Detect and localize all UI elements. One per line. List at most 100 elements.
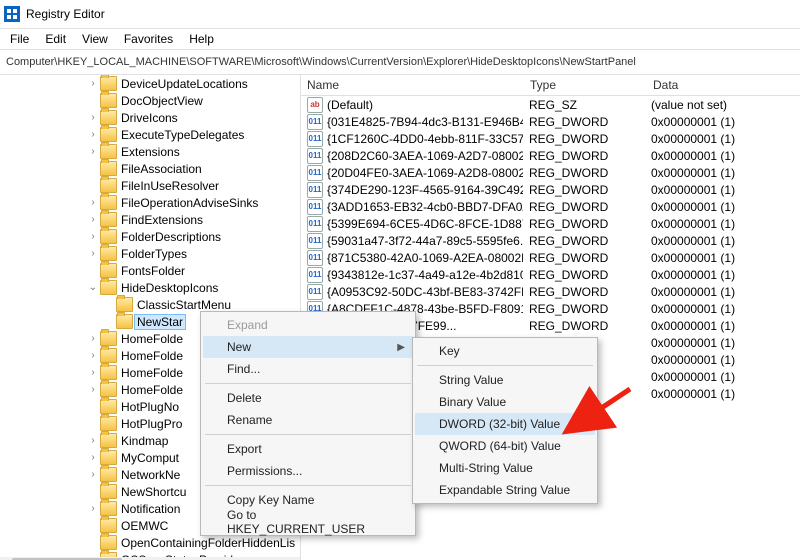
tree-item[interactable]: ›FolderTypes — [0, 245, 300, 262]
value-type: REG_DWORD — [523, 285, 645, 299]
value-row[interactable]: 011{3ADD1653-EB32-4cb0-BBD7-DFA0A...REG_… — [301, 198, 800, 215]
tree-item-label: FindExtensions — [121, 213, 203, 227]
menu-item[interactable]: Export — [203, 438, 413, 460]
chevron-right-icon[interactable]: › — [86, 384, 100, 395]
chevron-right-icon[interactable]: › — [86, 503, 100, 514]
value-row[interactable]: 011{5399E694-6CE5-4D6C-8FCE-1D8870...REG… — [301, 215, 800, 232]
tree-item[interactable]: FileAssociation — [0, 160, 300, 177]
folder-icon — [100, 382, 117, 397]
submenu-new[interactable]: Key String ValueBinary ValueDWORD (32-bit… — [412, 337, 598, 504]
value-name: {59031a47-3f72-44a7-89c5-5595fe6... — [327, 234, 523, 248]
value-row[interactable]: 011{A0953C92-50DC-43bf-BE83-3742FE...REG… — [301, 283, 800, 300]
menu-item-label: Delete — [227, 391, 262, 405]
menu-item[interactable]: Expandable String Value — [415, 479, 595, 501]
chevron-right-icon[interactable]: › — [86, 333, 100, 344]
menu-item[interactable]: Key — [415, 340, 595, 362]
tree-item-label: NetworkNe — [121, 468, 180, 482]
value-name: {3ADD1653-EB32-4cb0-BBD7-DFA0A... — [327, 200, 523, 214]
submenu-arrow-icon: ▶ — [397, 342, 405, 353]
value-name: (Default) — [327, 98, 373, 112]
value-type: REG_DWORD — [523, 115, 645, 129]
menu-separator — [205, 383, 411, 384]
column-header-type[interactable]: Type — [524, 76, 647, 94]
tree-item[interactable]: ›DeviceUpdateLocations — [0, 75, 300, 92]
chevron-right-icon[interactable]: › — [86, 146, 100, 157]
chevron-right-icon[interactable]: › — [86, 231, 100, 242]
dword-value-icon: 011 — [307, 199, 323, 215]
folder-icon — [100, 127, 117, 142]
chevron-right-icon[interactable]: › — [86, 452, 100, 463]
menu-item[interactable]: Delete — [203, 387, 413, 409]
folder-icon — [100, 450, 117, 465]
column-header-data[interactable]: Data — [647, 76, 800, 94]
menu-help[interactable]: Help — [181, 30, 222, 48]
menu-item[interactable]: New▶ — [203, 336, 413, 358]
menu-item-label: Expandable String Value — [439, 483, 570, 497]
context-menu[interactable]: ExpandNew▶Find...DeleteRenameExportPermi… — [200, 311, 416, 536]
value-row[interactable]: 011{208D2C60-3AEA-1069-A2D7-08002...REG_… — [301, 147, 800, 164]
value-row[interactable]: 011{374DE290-123F-4565-9164-39C492...REG… — [301, 181, 800, 198]
tree-item[interactable]: ›FileOperationAdviseSinks — [0, 194, 300, 211]
menu-view[interactable]: View — [74, 30, 116, 48]
chevron-down-icon[interactable]: ⌄ — [86, 282, 100, 293]
tree-item[interactable]: › FolderDescriptions — [0, 228, 300, 245]
value-data: 0x00000001 (1) — [645, 217, 800, 231]
tree-item[interactable]: ›Extensions — [0, 143, 300, 160]
menu-item-label: Export — [227, 442, 262, 456]
value-row[interactable]: ab(Default)REG_SZ(value not set) — [301, 96, 800, 113]
window-title: Registry Editor — [26, 7, 105, 21]
tree-item[interactable]: › FindExtensions — [0, 211, 300, 228]
menu-item-label: Rename — [227, 413, 272, 427]
chevron-right-icon[interactable]: › — [86, 197, 100, 208]
value-row[interactable]: 011{59031a47-3f72-44a7-89c5-5595fe6...RE… — [301, 232, 800, 249]
menu-item[interactable]: Go to HKEY_CURRENT_USER — [203, 511, 413, 533]
folder-icon — [100, 331, 117, 346]
menu-item[interactable]: Multi-String Value — [415, 457, 595, 479]
menu-file[interactable]: File — [2, 30, 37, 48]
column-header-name[interactable]: Name — [301, 76, 524, 94]
chevron-right-icon[interactable]: › — [86, 112, 100, 123]
tree-item-label: FolderDescriptions — [121, 230, 221, 244]
value-row[interactable]: 011{871C5380-42A0-1069-A2EA-08002B...REG… — [301, 249, 800, 266]
folder-icon — [100, 365, 117, 380]
menu-separator — [205, 434, 411, 435]
address-bar[interactable]: Computer\HKEY_LOCAL_MACHINE\SOFTWARE\Mic… — [0, 50, 800, 75]
tree-item[interactable]: ›DriveIcons — [0, 109, 300, 126]
value-row[interactable]: 011{20D04FE0-3AEA-1069-A2D8-08002...REG_… — [301, 164, 800, 181]
value-data: 0x00000001 (1) — [645, 251, 800, 265]
menu-item[interactable]: QWORD (64-bit) Value — [415, 435, 595, 457]
menu-edit[interactable]: Edit — [37, 30, 74, 48]
chevron-right-icon[interactable]: › — [86, 367, 100, 378]
menu-item[interactable]: DWORD (32-bit) Value — [415, 413, 595, 435]
chevron-right-icon[interactable]: › — [86, 350, 100, 361]
tree-item-label: DocObjectView — [121, 94, 203, 108]
tree-item[interactable]: ⌄HideDesktopIcons — [0, 279, 300, 296]
tree-item[interactable]: OpenContainingFolderHiddenLis — [0, 534, 300, 551]
chevron-right-icon[interactable]: › — [86, 129, 100, 140]
menu-item[interactable]: String Value — [415, 369, 595, 391]
chevron-right-icon[interactable]: › — [86, 78, 100, 89]
tree-item[interactable]: FileInUseResolver — [0, 177, 300, 194]
menu-item[interactable]: Permissions... — [203, 460, 413, 482]
tree-item[interactable]: DocObjectView — [0, 92, 300, 109]
value-row[interactable]: 011{1CF1260C-4DD0-4ebb-811F-33C57...REG_… — [301, 130, 800, 147]
folder-icon — [100, 178, 117, 193]
tree-item-label: ExecuteTypeDelegates — [121, 128, 244, 142]
folder-icon — [100, 416, 117, 431]
tree-item[interactable]: FontsFolder — [0, 262, 300, 279]
menu-item-label: Permissions... — [227, 464, 302, 478]
tree-item[interactable]: › ExecuteTypeDelegates — [0, 126, 300, 143]
value-row[interactable]: 011{9343812e-1c37-4a49-a12e-4b2d810...RE… — [301, 266, 800, 283]
menu-favorites[interactable]: Favorites — [116, 30, 181, 48]
menu-item[interactable]: Rename — [203, 409, 413, 431]
chevron-right-icon[interactable]: › — [86, 214, 100, 225]
menu-item-label: QWORD (64-bit) Value — [439, 439, 561, 453]
value-row[interactable]: 011{031E4825-7B94-4dc3-B131-E946B4...REG… — [301, 113, 800, 130]
chevron-right-icon[interactable]: › — [86, 469, 100, 480]
folder-icon — [100, 144, 117, 159]
chevron-right-icon[interactable]: › — [86, 435, 100, 446]
menu-item[interactable]: Binary Value — [415, 391, 595, 413]
chevron-right-icon[interactable]: › — [86, 248, 100, 259]
menu-item[interactable]: Find... — [203, 358, 413, 380]
dword-value-icon: 011 — [307, 267, 323, 283]
